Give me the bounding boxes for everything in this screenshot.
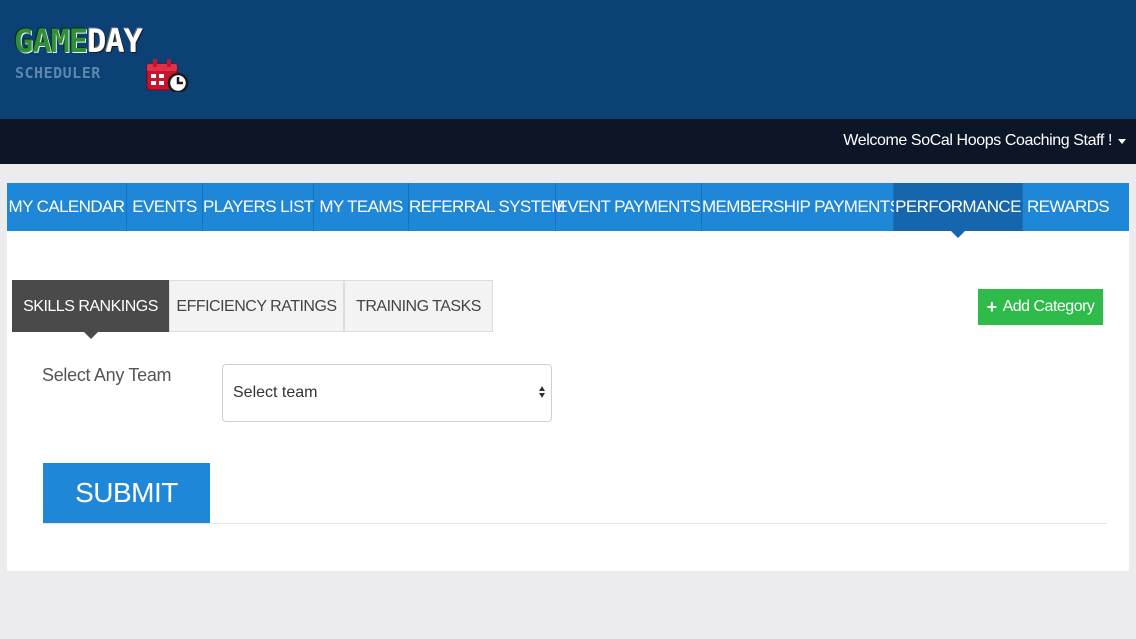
user-menu[interactable]: Welcome SoCal Hoops Coaching Staff ! — [843, 132, 1126, 150]
tab-training-tasks[interactable]: TRAINING TASKS — [344, 280, 493, 332]
team-select[interactable]: Select team — [222, 364, 552, 422]
nav-item-performance[interactable]: PERFORMANCE — [894, 183, 1023, 238]
add-category-button[interactable]: + Add Category — [978, 289, 1103, 325]
nav-item-my-calendar[interactable]: MY CALENDAR — [7, 183, 127, 231]
logo-word-day: DAY — [87, 22, 143, 60]
nav-item-membership-payments[interactable]: MEMBERSHIP PAYMENTS — [702, 183, 901, 231]
logo-wordmark: GAMEDAY — [14, 22, 143, 60]
nav-item-event-payments[interactable]: EVENT PAYMENTS — [556, 183, 702, 231]
team-select-value: Select team — [233, 384, 318, 401]
tab-skills-rankings[interactable]: SKILLS RANKINGS — [12, 280, 169, 339]
nav-item-players-list[interactable]: PLAYERS LIST — [203, 183, 314, 231]
logo-word-game: GAME — [14, 22, 88, 60]
add-category-label: Add Category — [1002, 298, 1095, 315]
gameday-scheduler-logo[interactable]: GAMEDAY SCHEDULER — [14, 22, 204, 94]
calendar-clock-icon — [146, 59, 189, 92]
nav-item-referral-system[interactable]: REFERRAL SYSTEM — [409, 183, 565, 231]
main-panel: MY CALENDAR EVENTS PLAYERS LIST MY TEAMS… — [7, 183, 1129, 571]
logo-word-scheduler: SCHEDULER — [15, 64, 101, 82]
select-arrows-icon — [539, 386, 545, 398]
form-divider — [43, 523, 1107, 524]
plus-icon: + — [986, 296, 998, 317]
main-nav: MY CALENDAR EVENTS PLAYERS LIST MY TEAMS… — [7, 183, 1129, 238]
team-select-label: Select Any Team — [42, 365, 172, 385]
app-header: GAMEDAY SCHEDULER — [0, 0, 1136, 119]
caret-down-icon — [1118, 138, 1126, 144]
submit-button[interactable]: SUBMIT — [43, 463, 210, 523]
nav-item-events[interactable]: EVENTS — [127, 183, 203, 231]
performance-tabs: SKILLS RANKINGS EFFICIENCY RATINGS TRAIN… — [12, 280, 493, 339]
welcome-text: Welcome SoCal Hoops Coaching Staff ! — [843, 132, 1112, 149]
top-bar: Welcome SoCal Hoops Coaching Staff ! — [0, 119, 1136, 164]
nav-item-rewards[interactable]: REWARDS — [1023, 183, 1113, 231]
nav-item-my-teams[interactable]: MY TEAMS — [314, 183, 409, 231]
tab-efficiency-ratings[interactable]: EFFICIENCY RATINGS — [169, 280, 344, 332]
